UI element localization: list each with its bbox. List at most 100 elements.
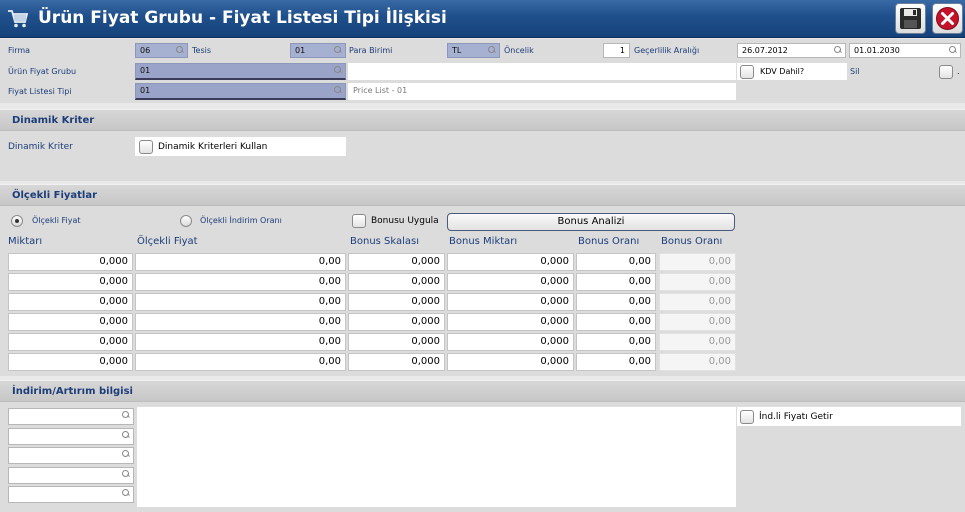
table-cell[interactable]: 0,000 (8, 313, 133, 331)
table-cell: 0,00 (659, 253, 736, 271)
indirim-section-title: İndirim/Artırım bilgisi (12, 386, 133, 397)
tesis-field[interactable]: 01 (290, 43, 346, 58)
indirim-lookup-field[interactable] (8, 486, 134, 503)
para-birimi-field[interactable]: TL (447, 43, 500, 58)
table-cell: 0,00 (659, 313, 736, 331)
search-icon (122, 469, 130, 478)
olcekli-fiyat-radio[interactable] (11, 215, 23, 227)
fiyat-listesi-desc: Price List - 01 (348, 83, 736, 100)
table-cell[interactable]: 0,00 (135, 353, 346, 371)
table-cell: 0,00 (659, 333, 736, 351)
indirim-lookup-field[interactable] (8, 427, 134, 445)
para-birimi-value: TL (452, 46, 462, 55)
olcekli-fiyat-radio-label: Ölçekli Fiyat (32, 216, 81, 225)
col-header-miktari: Miktarı (8, 236, 43, 247)
search-icon (122, 489, 130, 497)
urun-fiyat-grubu-field[interactable]: 01 (135, 63, 346, 80)
table-cell[interactable]: 0,000 (348, 333, 445, 351)
shopping-cart-icon (8, 10, 29, 28)
table-cell[interactable]: 0,00 (135, 293, 346, 311)
tesis-value: 01 (295, 46, 306, 55)
urun-fiyat-grubu-value: 01 (140, 66, 151, 75)
indirim-section-header: İndirim/Artırım bilgisi (0, 380, 965, 402)
col-header-bonus-orani: Bonus Oranı (578, 236, 640, 247)
col-header-olcekli-fiyat: Ölçekli Fiyat (137, 236, 198, 247)
table-cell[interactable]: 0,00 (576, 333, 656, 351)
table-cell[interactable]: 0,000 (348, 293, 445, 311)
table-cell[interactable]: 0,00 (576, 273, 656, 291)
col-header-bonus-orani-2: Bonus Oranı (661, 236, 723, 247)
table-cell[interactable]: 0,000 (8, 353, 133, 371)
para-birimi-label: Para Birimi (349, 46, 393, 55)
table-cell: 0,00 (659, 273, 736, 291)
table-cell[interactable]: 0,000 (8, 333, 133, 351)
search-icon (949, 46, 957, 54)
close-button[interactable] (932, 3, 963, 34)
oncelik-field[interactable]: 1 (603, 43, 630, 58)
indirim-lookup-field[interactable] (8, 466, 134, 484)
search-icon (122, 430, 130, 439)
sil-checkbox[interactable] (939, 65, 953, 79)
bonus-analizi-button[interactable]: Bonus Analizi (447, 213, 735, 231)
kdv-dahil-checkbox[interactable] (740, 65, 754, 79)
search-icon (122, 411, 130, 419)
date-end-value: 01.01.2030 (854, 46, 900, 55)
table-cell[interactable]: 0,000 (447, 313, 574, 331)
olcekli-indirim-radio-label: Ölçekli İndirim Oranı (200, 216, 282, 225)
table-cell[interactable]: 0,00 (135, 313, 346, 331)
table-cell[interactable]: 0,000 (8, 293, 133, 311)
table-cell[interactable]: 0,000 (447, 333, 574, 351)
date-end-field[interactable]: 01.01.2030 (849, 43, 961, 58)
table-cell: 0,00 (659, 353, 736, 371)
search-icon (488, 46, 496, 54)
bonus-uygula-checkbox[interactable] (352, 214, 366, 228)
table-cell: 0,00 (659, 293, 736, 311)
date-start-field[interactable]: 26.07.2012 (737, 43, 846, 58)
indirim-lookup-field[interactable] (8, 447, 134, 464)
col-header-bonus-miktari: Bonus Miktarı (449, 236, 518, 247)
window-title: Ürün Fiyat Grubu - Fiyat Listesi Tipi İl… (38, 8, 447, 28)
table-cell[interactable]: 0,00 (135, 253, 346, 271)
ind-fiyati-getir-checkbox[interactable] (740, 410, 754, 424)
table-cell[interactable]: 0,000 (447, 273, 574, 291)
search-icon (334, 46, 342, 54)
indirim-grid-area (137, 407, 736, 507)
sil-extra: . (957, 67, 960, 76)
table-cell[interactable]: 0,00 (135, 333, 346, 351)
firma-value: 06 (140, 46, 151, 55)
table-cell[interactable]: 0,000 (348, 313, 445, 331)
floppy-disk-icon (900, 8, 921, 29)
urun-fiyat-grubu-label: Ürün Fiyat Grubu (8, 67, 77, 76)
search-icon (122, 450, 130, 458)
search-icon (176, 46, 184, 54)
table-cell[interactable]: 0,00 (576, 293, 656, 311)
table-cell[interactable]: 0,00 (576, 353, 656, 371)
urun-fiyat-grubu-desc (348, 63, 736, 80)
olcekli-indirim-radio[interactable] (180, 215, 192, 227)
firma-field[interactable]: 06 (135, 43, 188, 58)
gecerlilik-label: Geçerlilik Aralığı (634, 46, 700, 55)
search-icon (834, 46, 842, 54)
col-header-bonus-skalasi: Bonus Skalası (350, 236, 420, 247)
dinamik-kriter-checkbox-label: Dinamik Kriterleri Kullan (158, 142, 268, 152)
table-cell[interactable]: 0,000 (348, 353, 445, 371)
dinamik-kriter-checkbox[interactable] (139, 140, 153, 154)
table-cell[interactable]: 0,000 (8, 273, 133, 291)
table-cell[interactable]: 0,000 (8, 253, 133, 271)
dinamik-section-header: Dinamik Kriter (0, 109, 965, 131)
table-cell[interactable]: 0,000 (447, 253, 574, 271)
title-bar: Ürün Fiyat Grubu - Fiyat Listesi Tipi İl… (0, 0, 965, 38)
fiyat-listesi-tipi-value: 01 (140, 86, 151, 95)
table-cell[interactable]: 0,00 (135, 273, 346, 291)
table-cell[interactable]: 0,00 (576, 253, 656, 271)
oncelik-label: Öncelik (504, 46, 534, 55)
table-cell[interactable]: 0,00 (576, 313, 656, 331)
olcekli-section-header: Ölçekli Fiyatlar (0, 184, 965, 206)
table-cell[interactable]: 0,000 (447, 353, 574, 371)
indirim-lookup-field[interactable] (8, 408, 134, 425)
save-button[interactable] (895, 3, 926, 34)
fiyat-listesi-tipi-field[interactable]: 01 (135, 83, 346, 100)
table-cell[interactable]: 0,000 (348, 253, 445, 271)
table-cell[interactable]: 0,000 (447, 293, 574, 311)
table-cell[interactable]: 0,000 (348, 273, 445, 291)
